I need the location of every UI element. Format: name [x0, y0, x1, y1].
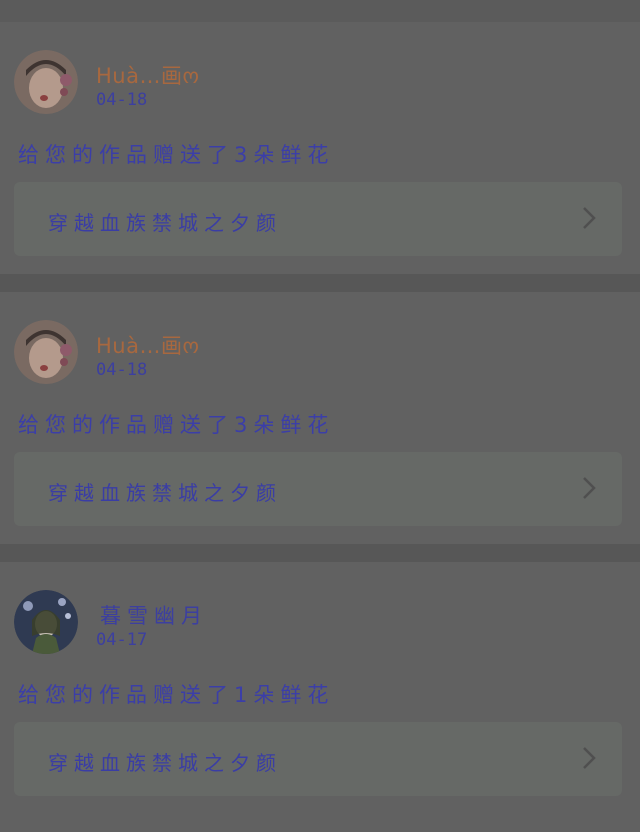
avatar-girl-icon[interactable] — [14, 50, 78, 114]
work-link[interactable]: 穿越血族禁城之夕颜 — [14, 182, 622, 256]
work-link[interactable]: 穿越血族禁城之夕颜 — [14, 452, 622, 526]
username[interactable]: 暮雪幽月 — [100, 600, 208, 630]
divider — [0, 544, 640, 562]
divider — [0, 274, 640, 292]
chevron-right-icon — [583, 477, 596, 499]
timestamp: 04-17 — [96, 630, 148, 650]
chevron-right-icon — [583, 207, 596, 229]
timestamp: 04-18 — [96, 90, 148, 110]
gift-card: 暮雪幽月 04-17 给您的作品赠送了1朵鲜花 穿越血族禁城之夕颜 — [0, 562, 640, 832]
username[interactable]: Huà…画ო — [96, 330, 199, 360]
chevron-right-icon — [583, 747, 596, 769]
avatar-girl-icon[interactable] — [14, 320, 78, 384]
gift-message: 给您的作品赠送了3朵鲜花 — [18, 413, 335, 437]
timestamp: 04-18 — [96, 360, 148, 380]
avatar-anime-icon[interactable] — [14, 590, 78, 654]
work-title: 穿越血族禁城之夕颜 — [48, 481, 282, 505]
work-link[interactable]: 穿越血族禁城之夕颜 — [14, 722, 622, 796]
username[interactable]: Huà…画ო — [96, 60, 199, 90]
gift-message: 给您的作品赠送了3朵鲜花 — [18, 143, 335, 167]
work-title: 穿越血族禁城之夕颜 — [48, 211, 282, 235]
gift-card: Huà…画ო 04-18 给您的作品赠送了3朵鲜花 穿越血族禁城之夕颜 — [0, 22, 640, 274]
gift-message: 给您的作品赠送了1朵鲜花 — [18, 683, 335, 707]
gift-card: Huà…画ო 04-18 给您的作品赠送了3朵鲜花 穿越血族禁城之夕颜 — [0, 292, 640, 544]
work-title: 穿越血族禁城之夕颜 — [48, 751, 282, 775]
top-strip — [0, 0, 640, 22]
